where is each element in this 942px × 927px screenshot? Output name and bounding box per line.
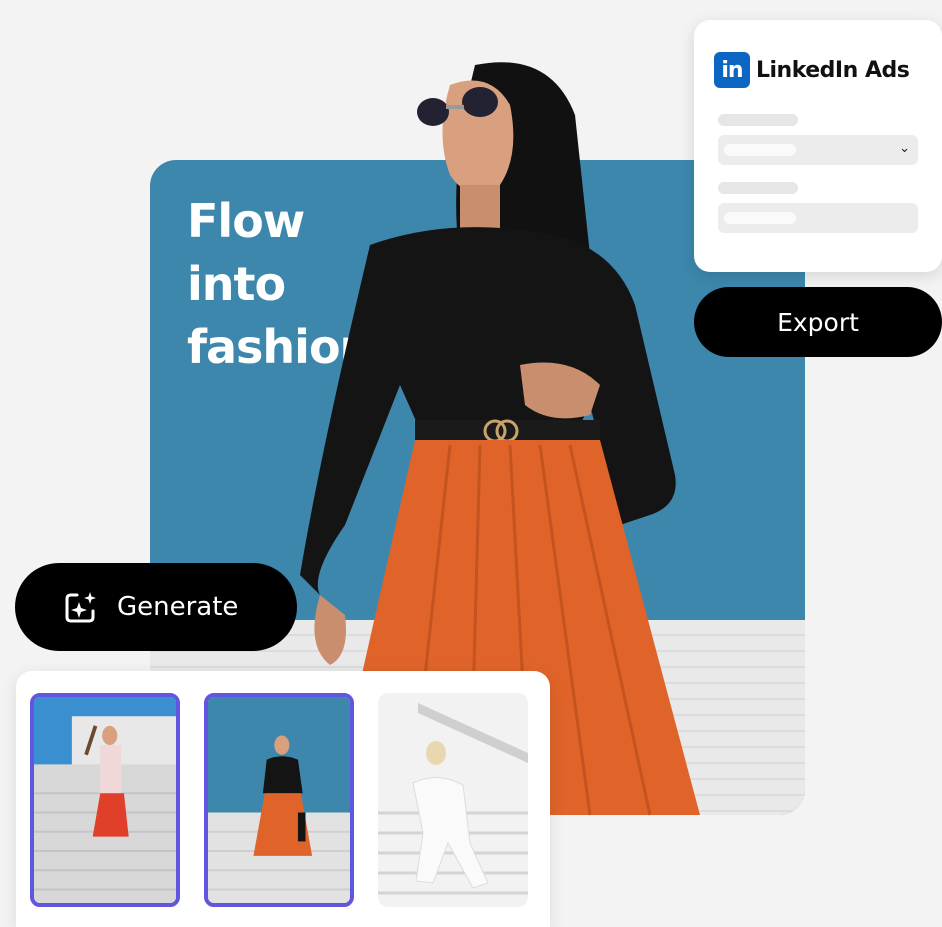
linkedin-logo-icon: in bbox=[714, 52, 750, 88]
variations-tray bbox=[16, 671, 550, 927]
variation-thumbnail-3[interactable] bbox=[378, 693, 528, 907]
export-button[interactable]: Export bbox=[694, 287, 942, 357]
variation-thumbnail-2[interactable] bbox=[204, 693, 354, 907]
variation-image-3 bbox=[378, 693, 528, 907]
generate-button[interactable]: Generate bbox=[15, 563, 297, 651]
format-dropdown[interactable]: ⌄ bbox=[718, 135, 918, 165]
text-field[interactable] bbox=[718, 203, 918, 233]
placeholder-value bbox=[724, 144, 796, 156]
placeholder-label bbox=[718, 114, 798, 126]
linkedin-title: LinkedIn Ads bbox=[756, 57, 910, 83]
chevron-down-icon: ⌄ bbox=[899, 141, 910, 156]
placeholder-value bbox=[724, 212, 796, 224]
variation-image-2 bbox=[208, 697, 350, 903]
sparkle-frame-icon bbox=[65, 592, 96, 623]
linkedin-header: in LinkedIn Ads bbox=[714, 52, 910, 88]
placeholder-label bbox=[718, 182, 798, 194]
linkedin-ads-panel: in LinkedIn Ads ⌄ bbox=[694, 20, 942, 272]
variation-image-1 bbox=[34, 697, 176, 903]
generate-label: Generate bbox=[117, 592, 239, 622]
variation-thumbnail-1[interactable] bbox=[30, 693, 180, 907]
